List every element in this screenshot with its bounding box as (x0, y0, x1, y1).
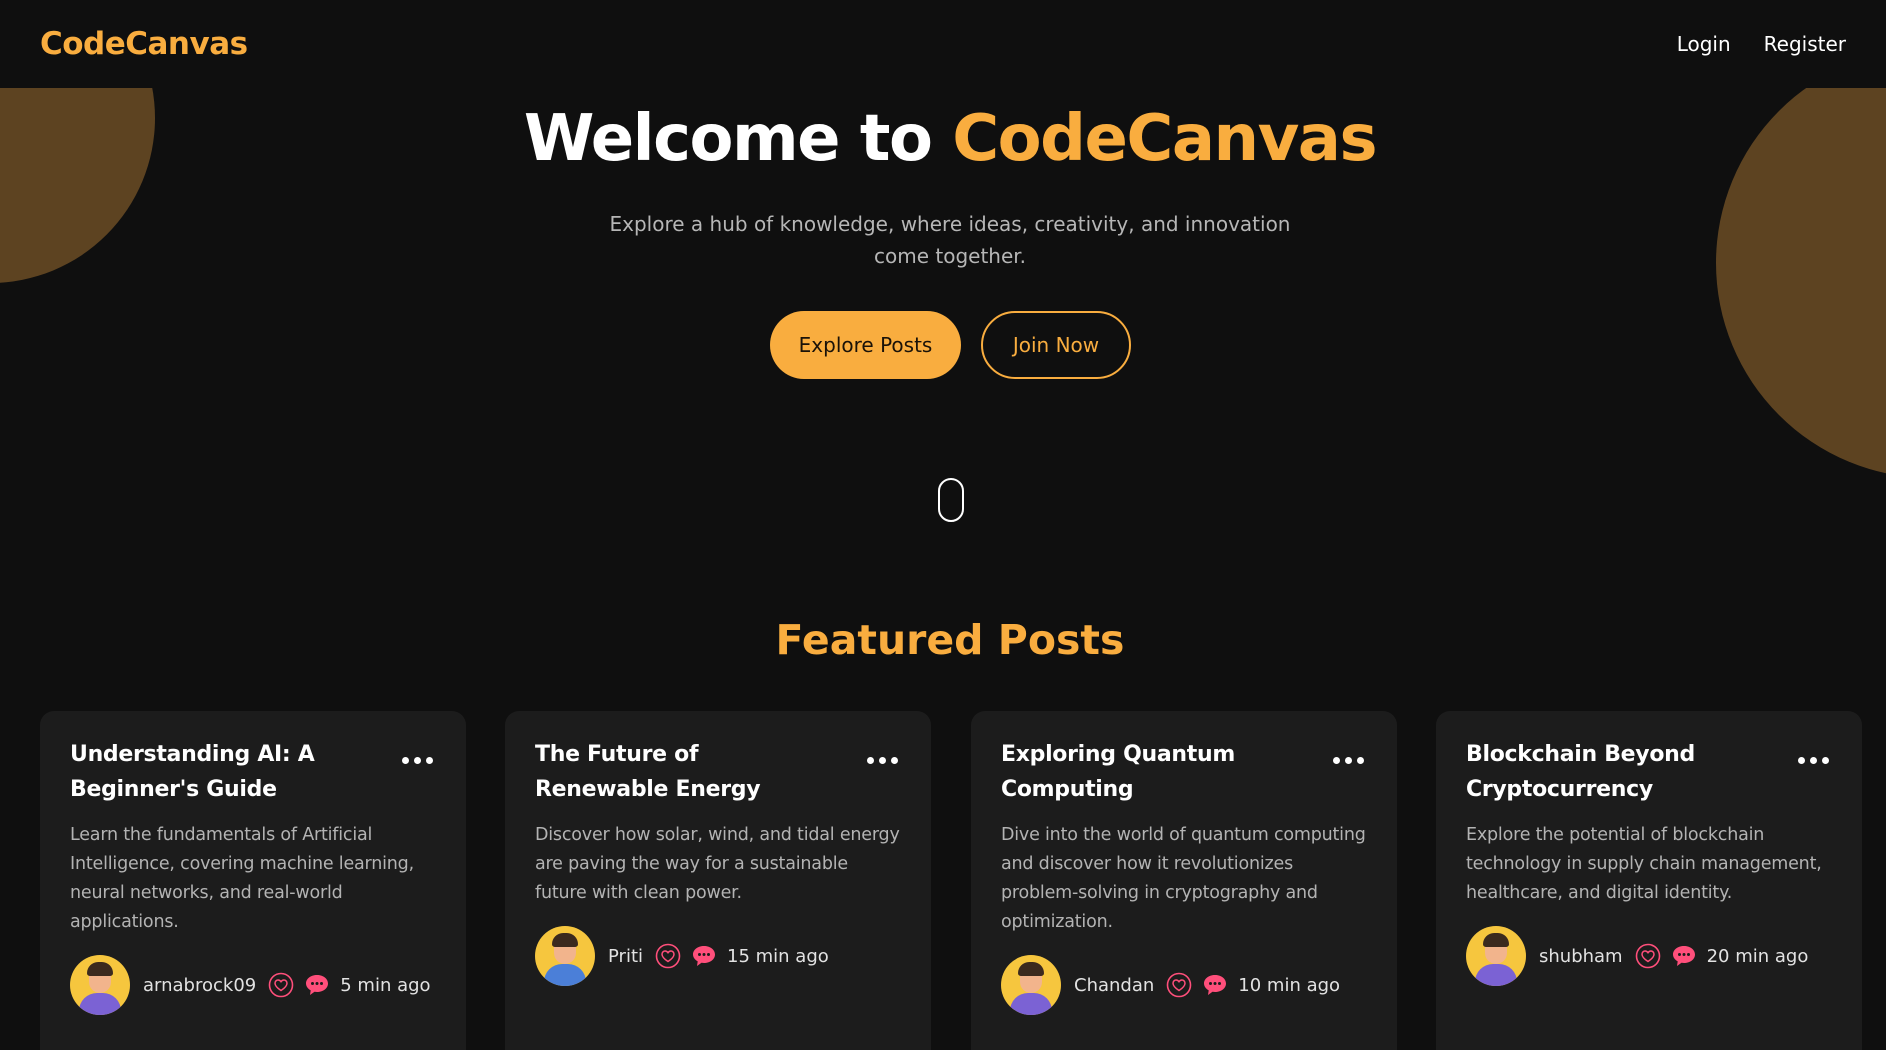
hero-subtitle: Explore a hub of knowledge, where ideas,… (609, 212, 1291, 268)
more-horizontal-icon[interactable] (1798, 757, 1829, 764)
comment-icon[interactable] (1671, 943, 1697, 969)
avatar[interactable] (535, 926, 595, 986)
heart-icon[interactable] (268, 972, 294, 998)
post-card[interactable]: Exploring Quantum Computing Dive into th… (971, 711, 1397, 1050)
post-title[interactable]: The Future of Renewable Energy (535, 737, 835, 807)
top-navbar: CodeCanvas Login Register (0, 0, 1886, 88)
login-link[interactable]: Login (1677, 32, 1731, 56)
hero-title: Welcome to CodeCanvas (0, 102, 1886, 176)
post-card-header: Understanding AI: A Beginner's Guide (70, 737, 436, 807)
heart-icon[interactable] (1635, 943, 1661, 969)
heart-icon[interactable] (1166, 972, 1192, 998)
post-time: 15 min ago (727, 945, 829, 967)
more-horizontal-icon[interactable] (402, 757, 433, 764)
post-title[interactable]: Exploring Quantum Computing (1001, 737, 1301, 807)
landing-page: CodeCanvas Login Register Welcome to Cod… (0, 0, 1886, 1050)
post-card[interactable]: Understanding AI: A Beginner's Guide Lea… (40, 711, 466, 1050)
post-card-header: Blockchain Beyond Cryptocurrency (1466, 737, 1832, 807)
mouse-scroll-icon[interactable] (938, 478, 964, 522)
post-author[interactable]: shubham (1539, 946, 1623, 967)
avatar[interactable] (70, 955, 130, 1015)
avatar[interactable] (1001, 955, 1061, 1015)
avatar[interactable] (1466, 926, 1526, 986)
post-description: Discover how solar, wind, and tidal ener… (535, 825, 900, 903)
post-card-header: The Future of Renewable Energy (535, 737, 901, 807)
comment-icon[interactable] (691, 943, 717, 969)
hero-title-prefix: Welcome to (523, 102, 953, 176)
post-card-header: Exploring Quantum Computing (1001, 737, 1367, 807)
post-time: 10 min ago (1238, 974, 1341, 996)
post-title[interactable]: Blockchain Beyond Cryptocurrency (1466, 737, 1766, 807)
post-card[interactable]: The Future of Renewable Energy Discover … (505, 711, 931, 1050)
post-card[interactable]: Blockchain Beyond Cryptocurrency Explore… (1436, 711, 1862, 1050)
explore-posts-button[interactable]: Explore Posts (770, 311, 961, 379)
post-author[interactable]: Chandan (1074, 975, 1154, 996)
post-meta: shubham 20 min ago (1466, 926, 1832, 986)
post-time: 5 min ago (340, 974, 431, 996)
post-author[interactable]: arnabrock09 (143, 975, 256, 996)
register-link[interactable]: Register (1764, 32, 1846, 56)
hero-title-accent: CodeCanvas (952, 102, 1377, 176)
site-logo[interactable]: CodeCanvas (40, 26, 248, 62)
post-description: Explore the potential of blockchain tech… (1466, 825, 1822, 903)
post-time: 20 min ago (1706, 945, 1809, 967)
post-meta: Priti 15 min ago (535, 926, 901, 986)
featured-posts-title: Featured Posts (775, 616, 1125, 664)
post-meta: Chandan 10 min ago (1001, 955, 1367, 1015)
more-horizontal-icon[interactable] (867, 757, 898, 764)
heart-icon[interactable] (655, 943, 681, 969)
more-horizontal-icon[interactable] (1333, 757, 1364, 764)
comment-icon[interactable] (1202, 972, 1228, 998)
post-meta: arnabrock09 5 min ago (70, 955, 436, 1015)
join-now-button[interactable]: Join Now (981, 311, 1131, 379)
post-description: Dive into the world of quantum computing… (1001, 825, 1366, 932)
post-description: Learn the fundamentals of Artificial Int… (70, 825, 414, 932)
comment-icon[interactable] (304, 972, 330, 998)
post-title[interactable]: Understanding AI: A Beginner's Guide (70, 737, 370, 807)
post-author[interactable]: Priti (608, 946, 643, 967)
nav-links: Login Register (1677, 32, 1846, 56)
